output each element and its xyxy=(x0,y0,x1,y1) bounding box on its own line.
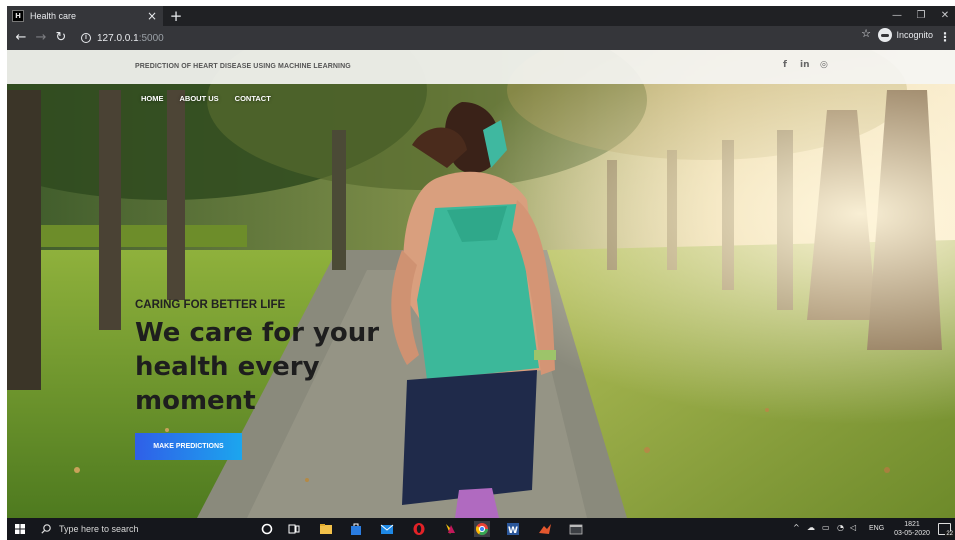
network-icon[interactable]: ◔ xyxy=(837,523,844,532)
site-topbar: PREDICTION OF HEART DISEASE USING MACHIN… xyxy=(7,50,955,84)
site-title: PREDICTION OF HEART DISEASE USING MACHIN… xyxy=(135,63,351,70)
main-nav: HOME ABOUT US CONTACT xyxy=(141,94,287,103)
minimize-icon[interactable]: — xyxy=(887,8,907,24)
hero-headline: We care for your health every moment xyxy=(135,318,380,416)
close-tab-icon[interactable]: × xyxy=(145,9,159,23)
favicon-icon: H xyxy=(12,10,24,22)
cortana-icon[interactable] xyxy=(259,521,275,537)
matlab-icon[interactable] xyxy=(537,521,553,537)
nav-contact[interactable]: CONTACT xyxy=(235,94,271,103)
word-icon[interactable]: W xyxy=(505,521,521,537)
incognito-label: Incognito xyxy=(896,30,933,40)
incognito-icon xyxy=(878,28,893,42)
action-center-icon[interactable]: 22 xyxy=(938,523,954,537)
system-clock[interactable]: 1821 03-05-2020 xyxy=(894,520,930,538)
taskbar-search[interactable]: Type here to search xyxy=(35,520,253,538)
make-predictions-button[interactable]: MAKE PREDICTIONS xyxy=(135,433,242,460)
incognito-profile[interactable]: Incognito xyxy=(878,27,933,43)
maximize-icon[interactable]: ❐ xyxy=(911,8,931,24)
tab-strip: H Health care × + — ❐ ✕ xyxy=(7,6,955,26)
search-icon xyxy=(41,524,51,534)
show-hidden-icons-icon[interactable]: ^ xyxy=(793,523,800,532)
facebook-icon[interactable]: f xyxy=(783,60,787,70)
language-indicator[interactable]: ENG xyxy=(869,525,884,532)
address-bar[interactable]: i 127.0.0.1:5000 xyxy=(73,29,931,47)
onedrive-icon[interactable]: ☁ xyxy=(807,523,815,532)
search-placeholder: Type here to search xyxy=(59,524,139,534)
page-viewport: PREDICTION OF HEART DISEASE USING MACHIN… xyxy=(7,50,955,518)
url-host: 127.0.0.1 xyxy=(97,32,139,44)
task-view-icon[interactable] xyxy=(286,521,302,537)
url-text: 127.0.0.1:5000 xyxy=(97,33,164,44)
tab-health-care[interactable]: H Health care × xyxy=(7,6,163,26)
nav-about-us[interactable]: ABOUT US xyxy=(180,94,219,103)
tab-title: Health care xyxy=(30,11,77,21)
clock-time: 1821 xyxy=(904,521,920,528)
browser-window: H Health care × + — ❐ ✕ ← → ↻ i 127.0.0.… xyxy=(7,6,955,518)
chrome-icon[interactable] xyxy=(474,521,490,537)
browser-toolbar: ← → ↻ i 127.0.0.1:5000 ☆ Incognito ⋮ xyxy=(7,26,955,50)
bookmark-star-icon[interactable]: ☆ xyxy=(861,27,871,40)
linkedin-icon[interactable]: in xyxy=(800,60,810,70)
opera-icon[interactable] xyxy=(411,521,427,537)
mail-icon[interactable] xyxy=(379,521,395,537)
volume-icon[interactable]: ◁ xyxy=(850,523,856,532)
url-port: :5000 xyxy=(138,32,164,44)
new-tab-icon[interactable]: + xyxy=(169,8,183,24)
browser-menu-icon[interactable]: ⋮ xyxy=(939,30,951,44)
python-idle-icon[interactable] xyxy=(442,521,458,537)
site-info-icon[interactable]: i xyxy=(81,33,91,43)
hero-tagline: CARING FOR BETTER LIFE xyxy=(135,299,286,311)
instagram-icon[interactable]: ◎ xyxy=(820,60,828,70)
store-icon[interactable] xyxy=(348,521,364,537)
reload-icon[interactable]: ↻ xyxy=(53,30,69,46)
svg-text:W: W xyxy=(508,526,518,536)
notification-count: 22 xyxy=(945,531,954,537)
nav-home[interactable]: HOME xyxy=(141,94,164,103)
file-explorer-icon[interactable] xyxy=(318,521,334,537)
forward-icon[interactable]: → xyxy=(33,30,49,46)
close-window-icon[interactable]: ✕ xyxy=(935,8,955,24)
battery-icon[interactable]: ▭ xyxy=(822,523,830,532)
back-icon[interactable]: ← xyxy=(13,30,29,46)
clock-date: 03-05-2020 xyxy=(894,530,930,537)
app-window-icon[interactable] xyxy=(568,521,584,537)
windows-taskbar: Type here to search W ^ ☁ ▭ ◔ ◁ ENG 1821… xyxy=(7,518,955,540)
windows-start-icon[interactable] xyxy=(15,524,25,534)
